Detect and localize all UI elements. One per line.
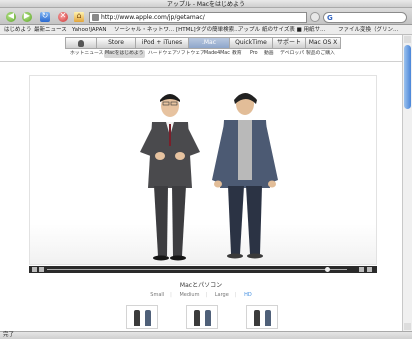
volume-icon[interactable] xyxy=(39,267,44,272)
subnav-item[interactable]: ホットニュース xyxy=(70,50,103,58)
bookmark-item[interactable]: ソーシャル・ネットワ... xyxy=(114,26,174,34)
search-field[interactable]: G xyxy=(323,12,407,23)
tab-apple-home[interactable] xyxy=(65,37,97,49)
scroll-up-arrow-icon[interactable] xyxy=(404,36,411,43)
browser-window: アップル - Macをはじめよう ◀ ▶ ↻ ✕ ⌂ http://www.ap… xyxy=(0,0,412,339)
tab-quicktime[interactable]: QuickTime xyxy=(229,37,273,49)
subnav-item[interactable]: Pro xyxy=(250,50,258,58)
video-controls xyxy=(29,266,377,273)
google-logo-icon: G xyxy=(327,14,333,22)
window-title: アップル - Macをはじめよう xyxy=(166,1,246,8)
rewind-button[interactable] xyxy=(359,267,364,272)
mac-subnav: ホットニュース Macをはじめよう ハードウェア ソフトウェア Made4Mac… xyxy=(66,50,356,59)
size-medium-link[interactable]: Medium xyxy=(179,292,199,298)
web-page: Store iPod + iTunes .Mac QuickTime サポート … xyxy=(0,35,402,331)
video-scrubber-knob[interactable] xyxy=(325,267,330,272)
mac-character-figure xyxy=(212,93,278,259)
status-text: 完了 xyxy=(3,332,15,338)
forward-button[interactable]: ▶ xyxy=(22,11,32,22)
tab-ipod-itunes[interactable]: iPod + iTunes xyxy=(135,37,189,49)
separator: | xyxy=(170,292,172,298)
video-thumbnails xyxy=(0,305,402,331)
bookmark-item[interactable]: 紙のサイズ表 ■ 用紙サ... xyxy=(262,26,325,34)
bookmark-item[interactable]: [HTML]タグの簡単検索... xyxy=(176,26,239,34)
video-size-options: Small | Medium | Large | HD xyxy=(0,292,402,298)
subnav-item[interactable]: 製品のご購入 xyxy=(306,50,335,58)
forward-arrow-icon: ▶ xyxy=(23,11,31,20)
video-scrubber-track[interactable] xyxy=(47,269,347,270)
nav-divider xyxy=(0,61,402,62)
video-thumbnail[interactable] xyxy=(126,305,158,329)
status-bar: 完了 xyxy=(0,331,412,339)
size-hd-link[interactable]: HD xyxy=(244,292,252,298)
tab-mac[interactable]: .Mac xyxy=(188,37,230,49)
tab-support[interactable]: サポート xyxy=(272,37,306,49)
browser-toolbar: ◀ ▶ ↻ ✕ ⌂ http://www.apple.com/jp/getama… xyxy=(0,8,412,25)
subnav-item[interactable]: 教育 xyxy=(232,50,242,58)
scroll-down-arrow-icon[interactable] xyxy=(404,323,411,330)
bookmark-item[interactable]: ファイル変換（グリン... xyxy=(338,26,398,34)
bookmark-item[interactable]: はじめよう xyxy=(4,26,32,34)
video-thumbnail[interactable] xyxy=(246,305,278,329)
pc-character-figure xyxy=(140,94,200,261)
vertical-scrollbar[interactable] xyxy=(402,35,412,331)
apple-favicon-icon xyxy=(92,14,99,21)
bookmark-item[interactable]: Yahoo!JAPAN xyxy=(72,26,107,34)
go-button[interactable] xyxy=(310,12,320,22)
title-bar: アップル - Macをはじめよう xyxy=(0,0,412,8)
video-player[interactable] xyxy=(29,75,377,265)
reload-button[interactable]: ↻ xyxy=(40,11,50,22)
play-button[interactable] xyxy=(32,267,37,272)
address-bar[interactable]: http://www.apple.com/jp/getamac/ xyxy=(89,12,307,23)
subnav-item[interactable]: デベロッパ xyxy=(280,50,304,58)
bookmark-item[interactable]: 最新ニュース xyxy=(34,26,67,34)
subnav-item[interactable]: ソフトウェア xyxy=(176,50,205,58)
tab-store[interactable]: Store xyxy=(96,37,136,49)
apple-logo-icon xyxy=(78,40,84,47)
stop-icon: ✕ xyxy=(59,11,67,20)
reload-icon: ↻ xyxy=(41,11,49,20)
video-caption: Macとパソコン xyxy=(179,282,223,289)
subnav-item[interactable]: 動画 xyxy=(264,50,274,58)
scroll-thumb[interactable] xyxy=(404,45,411,109)
tab-mac-os-x[interactable]: Mac OS X xyxy=(305,37,341,49)
bookmarks-bar: はじめよう 最新ニュース Yahoo!JAPAN ソーシャル・ネットワ... [… xyxy=(0,25,412,35)
url-text: http://www.apple.com/jp/getamac/ xyxy=(101,14,205,21)
video-thumbnail[interactable] xyxy=(186,305,218,329)
subnav-item[interactable]: Made4Mac xyxy=(204,50,230,58)
home-icon: ⌂ xyxy=(76,11,82,20)
size-large-link[interactable]: Large xyxy=(215,292,229,298)
subnav-item-active[interactable]: Macをはじめよう xyxy=(104,50,145,58)
bookmark-item[interactable]: アップル xyxy=(238,26,260,34)
separator: | xyxy=(234,292,237,298)
back-button[interactable]: ◀ xyxy=(6,11,16,22)
subnav-item[interactable]: ハードウェア xyxy=(148,50,177,58)
separator: | xyxy=(205,292,208,298)
apple-global-nav: Store iPod + iTunes .Mac QuickTime サポート … xyxy=(65,37,344,49)
fast-forward-button[interactable] xyxy=(367,267,372,272)
back-arrow-icon: ◀ xyxy=(7,11,15,20)
stop-button[interactable]: ✕ xyxy=(58,11,68,22)
home-button[interactable]: ⌂ xyxy=(74,11,84,22)
size-small-link[interactable]: Small xyxy=(150,292,164,298)
